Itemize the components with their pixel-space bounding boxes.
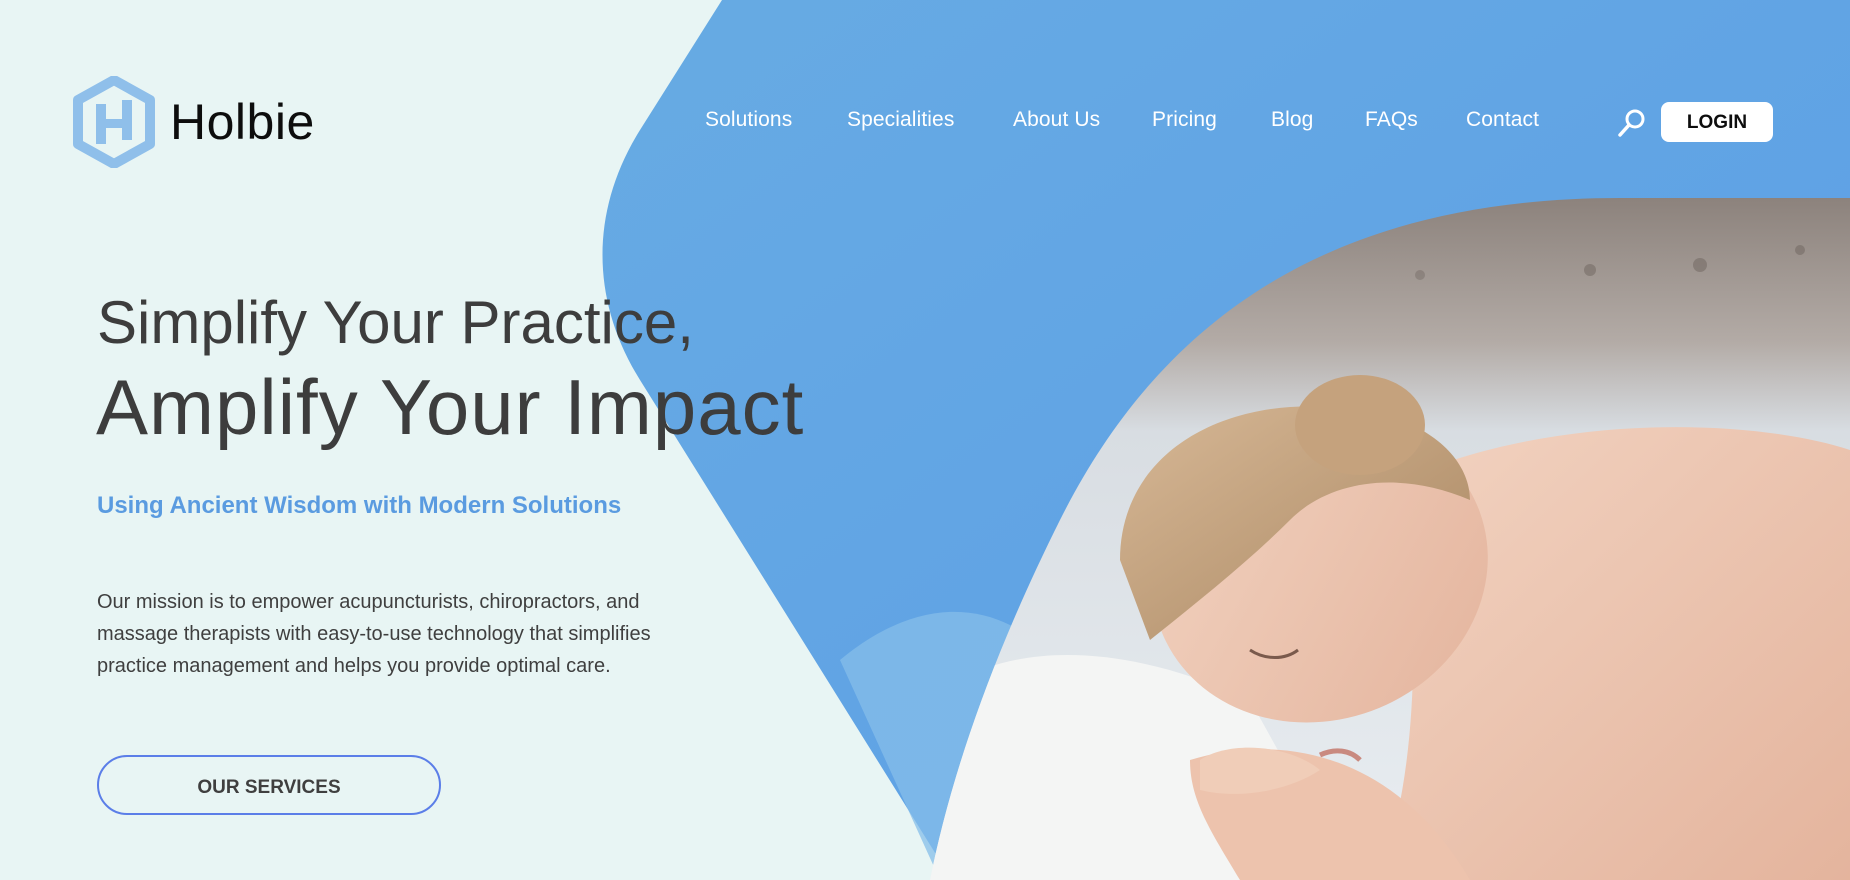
brand-logo[interactable]: Holbie xyxy=(72,76,315,168)
login-button[interactable]: LOGIN xyxy=(1661,102,1773,142)
mission-text: Our mission is to empower acupuncturists… xyxy=(97,591,651,677)
nav-item-contact[interactable]: Contact xyxy=(1466,108,1539,132)
hexagon-h-logo-icon xyxy=(73,76,155,168)
nav-item-faqs[interactable]: FAQs xyxy=(1365,108,1418,132)
nav-item-blog[interactable]: Blog xyxy=(1271,108,1313,132)
search-icon[interactable] xyxy=(1617,108,1647,138)
nav-item-about-us[interactable]: About Us xyxy=(1013,108,1100,132)
our-services-button[interactable]: OUR SERVICES xyxy=(97,755,441,815)
hero-title-line1: Simplify Your Practice, xyxy=(97,289,694,356)
nav-item-solutions[interactable]: Solutions xyxy=(705,108,792,132)
hero-title-line2: Amplify Your Impact xyxy=(96,363,805,451)
brand-name: Holbie xyxy=(170,94,315,150)
nav-item-specialities[interactable]: Specialities xyxy=(847,108,954,132)
nav-item-pricing[interactable]: Pricing xyxy=(1152,108,1217,132)
hero-tagline: Using Ancient Wisdom with Modern Solutio… xyxy=(97,492,622,519)
